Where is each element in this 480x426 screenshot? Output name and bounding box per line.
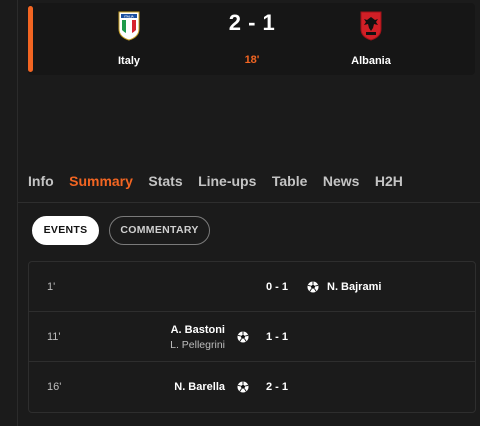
event-player[interactable]: A. Bastoni — [171, 324, 225, 336]
event-score: 2 - 1 — [265, 381, 288, 393]
match-minute: 18' — [244, 54, 260, 66]
event-minute: 1' — [47, 281, 56, 293]
football-icon — [237, 381, 249, 393]
tab-line-ups[interactable]: Line-ups — [198, 173, 256, 189]
tabs-divider — [18, 202, 480, 203]
live-accent-bar — [28, 6, 33, 72]
home-team[interactable]: ITALIA Italy — [74, 9, 184, 67]
albania-crest-icon — [360, 11, 382, 41]
event-row[interactable]: 16' N. Barella 2 - 1 — [29, 362, 475, 412]
tab-summary[interactable]: Summary — [69, 173, 133, 189]
tab-table[interactable]: Table — [272, 173, 308, 189]
event-minute: 11' — [47, 331, 61, 343]
match-score: 2 - 1 — [228, 10, 276, 35]
home-team-name: Italy — [117, 55, 140, 67]
event-score: 1 - 1 — [265, 331, 288, 343]
event-score: 0 - 1 — [265, 281, 288, 293]
away-team[interactable]: Albania — [316, 9, 426, 67]
tab-news[interactable]: News — [323, 173, 360, 189]
event-player[interactable]: N. Bajrami — [327, 281, 381, 293]
event-row[interactable]: 1' 0 - 1 N. Bajrami — [29, 262, 475, 312]
svg-text:ITALIA: ITALIA — [124, 14, 134, 18]
match-scorecard: ITALIA Italy 2 - 1 18' Albania — [28, 3, 475, 75]
event-minute: 16' — [47, 381, 62, 393]
event-assist[interactable]: L. Pellegrini — [170, 339, 225, 351]
match-tabs: Info Summary Stats Line-ups Table News H… — [28, 173, 414, 193]
tab-info[interactable]: Info — [28, 173, 54, 189]
events-list: 1' 0 - 1 N. Bajrami 11' A. Bastoni L. Pe… — [28, 261, 476, 413]
tab-stats[interactable]: Stats — [148, 173, 182, 189]
football-icon — [307, 281, 319, 293]
away-team-name: Albania — [351, 55, 391, 67]
event-row[interactable]: 11' A. Bastoni L. Pellegrini 1 - 1 — [29, 312, 475, 362]
commentary-filter-button[interactable]: COMMENTARY — [109, 216, 210, 245]
score-box: 2 - 1 18' — [192, 10, 312, 66]
events-filter-button[interactable]: EVENTS — [32, 216, 99, 245]
left-divider — [17, 0, 18, 426]
tab-h2h[interactable]: H2H — [375, 173, 403, 189]
italy-crest-icon: ITALIA — [118, 11, 140, 41]
event-player[interactable]: N. Barella — [174, 381, 225, 393]
match-page: ITALIA Italy 2 - 1 18' Albania Info Summ… — [0, 0, 480, 426]
football-icon — [237, 331, 249, 343]
